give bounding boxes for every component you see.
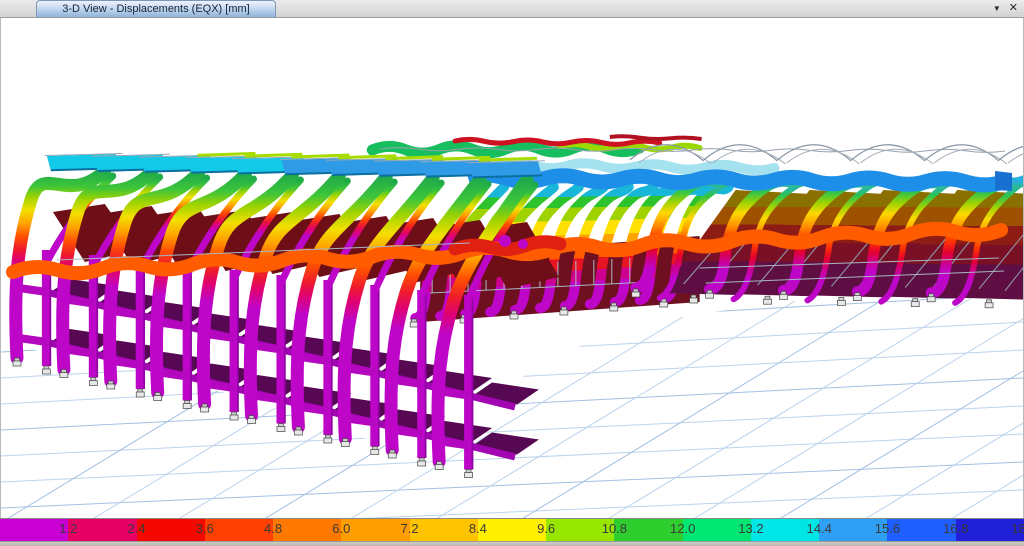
support-symbol [60,370,68,378]
contour-legend: 1.2 2.4 3.6 4.8 6.0 7.2 8.4 9.6 10.8 12.0 13.2 14.4… [0,518,1024,542]
legend-value-label: 9.6 [537,521,555,536]
legend-value-label: 18.0 [1011,521,1024,536]
support-symbol [42,366,50,374]
legend-value-label: 14.4 [807,521,832,536]
roof-edge-blue-band [468,175,1003,185]
legend-value-label: 13.2 [738,521,763,536]
support-symbol [136,389,144,397]
support-symbol [911,299,919,307]
support-symbol [341,439,349,447]
support-symbol [853,293,861,301]
view-tab-title: 3-D View - Displacements (EQX) [mm] [62,3,249,15]
legend-value-label: 1.2 [59,521,77,536]
support-symbol [107,381,115,389]
legend-color-segment [68,519,136,542]
support-symbol [154,393,162,401]
legend-color-segment [410,519,478,542]
model-3d-view[interactable] [1,17,1023,518]
legend-color-segment [137,519,205,542]
legend-color-segment [478,519,546,542]
window-menu-icon[interactable]: ▼ [993,1,1001,16]
legend-value-label: 3.6 [196,521,214,536]
view-title-bar: 3-D View - Displacements (EQX) [mm] ▼ ✕ [0,0,1024,18]
legend-value-label: 6.0 [332,521,350,536]
legend-value-label: 15.6 [875,521,900,536]
support-symbol [371,447,379,455]
support-symbol [89,378,97,386]
support-symbol [277,424,285,432]
legend-color-segment [341,519,409,542]
legend-value-label: 7.2 [401,521,419,536]
legend-value-label: 12.0 [670,521,695,536]
support-symbol [435,462,443,470]
support-symbol [985,300,993,308]
legend-value-label: 8.4 [469,521,487,536]
support-symbol [610,303,618,311]
support-symbol [465,470,473,478]
bottom-strip [0,541,1024,546]
support-symbol [764,296,772,304]
support-symbol [690,295,698,303]
3d-view-canvas[interactable] [0,17,1024,518]
view-tab[interactable]: 3-D View - Displacements (EQX) [mm] [36,0,276,17]
support-symbol [294,427,302,435]
support-symbol [510,311,518,319]
legend-value-label: 2.4 [127,521,145,536]
support-symbol [632,289,640,297]
legend-value-label: 4.8 [264,521,282,536]
support-symbol [201,404,209,412]
legend-color-segment [205,519,273,542]
support-symbol [388,450,396,458]
legend-value-label: 10.8 [602,521,627,536]
legend-value-label: 16.8 [943,521,968,536]
support-symbol [927,294,935,302]
support-symbol [706,290,714,298]
legend-color-segment [273,519,341,542]
support-symbol [418,458,426,466]
support-symbol [230,412,238,420]
support-symbol [837,297,845,305]
legend-color-segment [0,519,68,542]
support-symbol [183,401,191,409]
support-symbol [13,358,21,366]
support-symbol [779,291,787,299]
window-close-icon[interactable]: ✕ [1009,1,1018,16]
support-symbol [248,416,256,424]
support-symbol [560,307,568,315]
support-symbol [410,319,418,327]
support-symbol [324,435,332,443]
